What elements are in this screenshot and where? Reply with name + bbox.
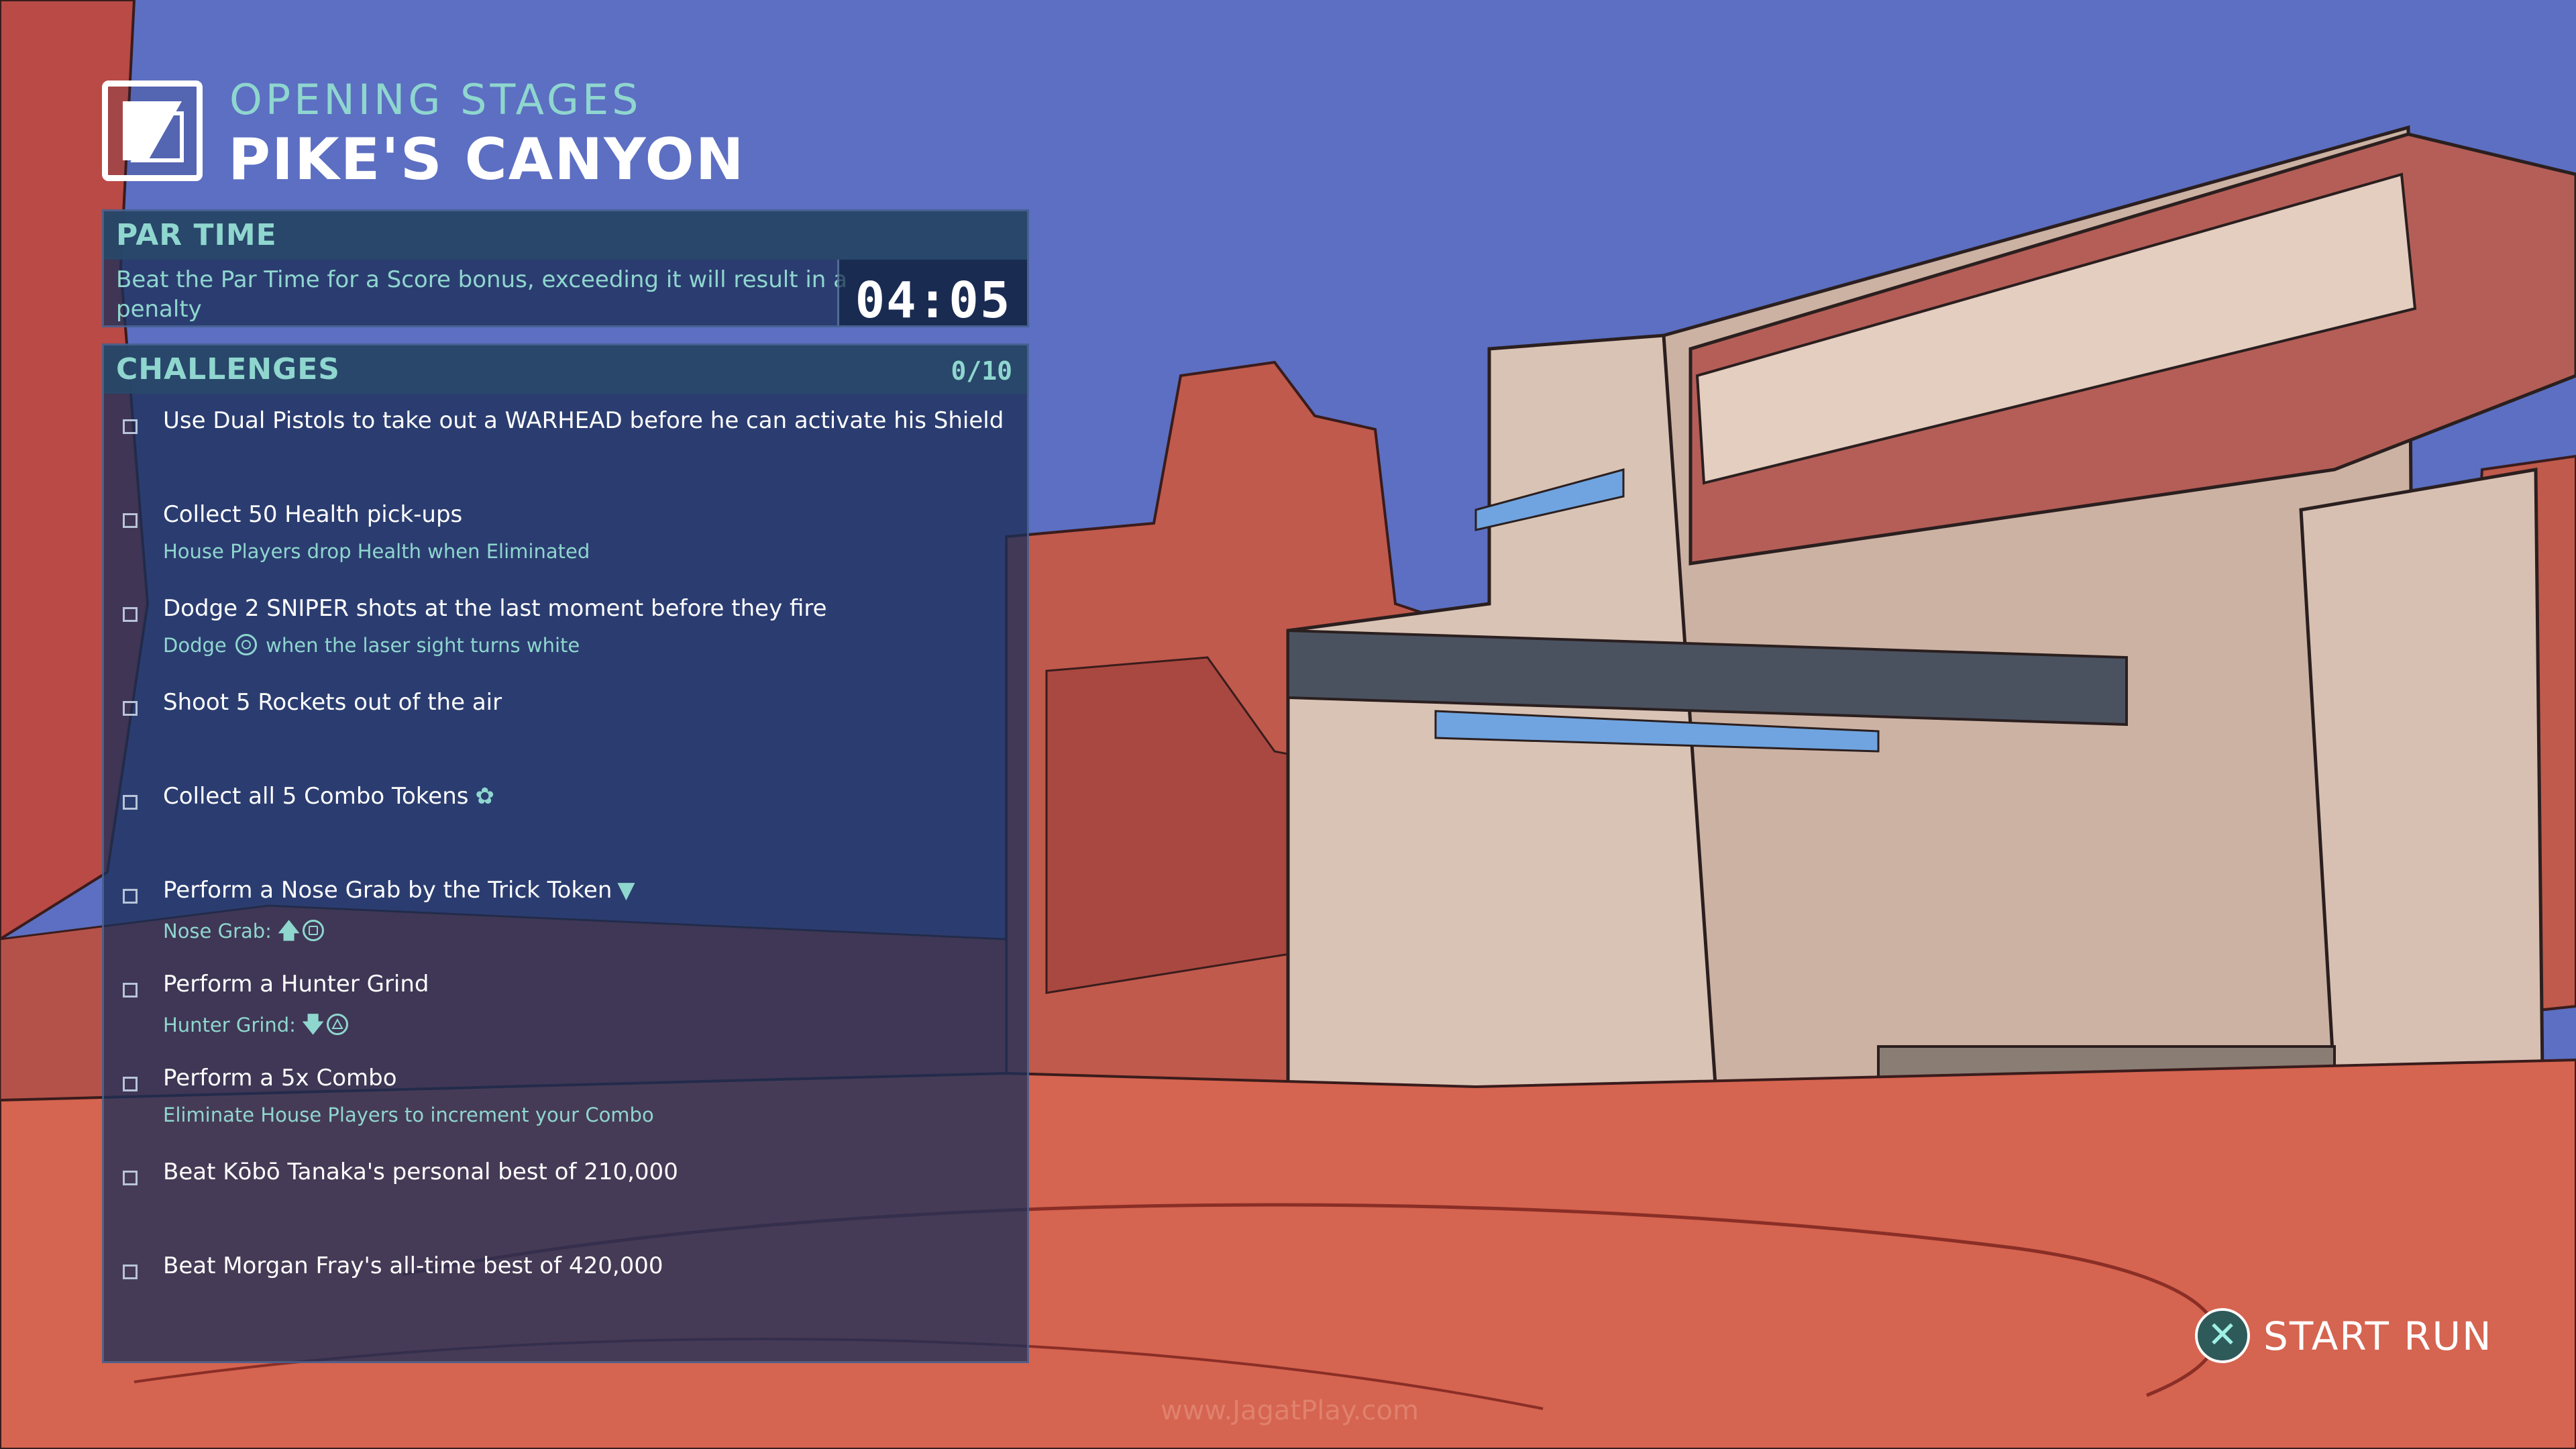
down-arrow-icon: 🡇 [302, 1012, 325, 1037]
challenge-hint: Eliminate House Players to increment you… [163, 1104, 654, 1126]
challenge-item[interactable]: Perform a Nose Grab by the Trick Token ▼ … [104, 870, 1027, 964]
challenge-title: Shoot 5 Rockets out of the air [163, 689, 502, 716]
challenge-checkbox [123, 419, 138, 434]
challenge-checkbox [123, 1265, 138, 1279]
challenges-count: 0/10 [951, 356, 1012, 386]
trick-token-icon: ▼ [617, 877, 635, 904]
par-time-box: 04:05 [837, 260, 1027, 329]
challenge-title: Beat Morgan Fray's all-time best of 420,… [163, 1252, 663, 1279]
challenge-title: Perform a 5x Combo [163, 1065, 397, 1091]
challenge-hint: House Players drop Health when Eliminate… [163, 540, 590, 563]
challenge-checkbox [123, 513, 138, 528]
square-button-icon [303, 920, 325, 941]
challenges-panel: CHALLENGES 0/10 Use Dual Pistols to take… [102, 343, 1029, 1363]
challenge-hint: Hunter Grind: 🡇 [163, 1010, 351, 1046]
watermark: www.JagatPlay.com [1161, 1395, 1419, 1426]
challenge-checkbox [123, 983, 138, 998]
par-time-title: PAR TIME [116, 218, 277, 252]
challenge-checkbox [123, 701, 138, 716]
challenge-title: Use Dual Pistols to take out a WARHEAD b… [163, 407, 1004, 434]
up-arrow-icon: 🡅 [278, 918, 301, 943]
challenge-item[interactable]: Perform a 5x Combo Eliminate House Playe… [104, 1058, 1027, 1152]
challenge-item[interactable]: Shoot 5 Rockets out of the air [104, 682, 1027, 776]
par-time-header: PAR TIME [104, 211, 1027, 260]
challenge-item[interactable]: Beat Morgan Fray's all-time best of 420,… [104, 1246, 1027, 1340]
par-time-description: Beat the Par Time for a Score bonus, exc… [116, 266, 847, 323]
challenges-header: CHALLENGES 0/10 [104, 345, 1027, 394]
challenge-checkbox [123, 889, 138, 904]
challenge-item[interactable]: Collect 50 Health pick-ups House Players… [104, 494, 1027, 588]
challenge-title: Perform a Hunter Grind [163, 971, 429, 998]
challenge-hint-text: Hunter Grind: [163, 1014, 296, 1036]
challenge-title-text: Collect all 5 Combo Tokens [163, 783, 469, 810]
combo-token-icon: ✿ [475, 783, 494, 810]
stage-logo-icon [102, 80, 203, 181]
stage-subtitle: OPENING STAGES [229, 75, 642, 124]
challenge-hint-text: Nose Grab: [163, 920, 272, 943]
challenge-item[interactable]: Collect all 5 Combo Tokens ✿ [104, 776, 1027, 870]
challenge-checkbox [123, 795, 138, 810]
challenge-title: Collect all 5 Combo Tokens ✿ [163, 783, 494, 810]
par-time-panel: PAR TIME Beat the Par Time for a Score b… [102, 209, 1029, 329]
triangle-button-icon [327, 1014, 349, 1035]
challenge-hint-post: when the laser sight turns white [266, 634, 580, 657]
challenge-hint: Dodge when the laser sight turns white [163, 634, 580, 657]
challenge-title: Perform a Nose Grab by the Trick Token ▼ [163, 877, 635, 904]
par-time-value: 04:05 [855, 272, 1012, 329]
challenge-hint-pre: Dodge [163, 634, 227, 657]
challenge-title-text: Perform a Nose Grab by the Trick Token [163, 877, 612, 904]
challenge-checkbox [123, 607, 138, 622]
circle-button-icon [235, 634, 257, 655]
challenge-item[interactable]: Use Dual Pistols to take out a WARHEAD b… [104, 400, 1027, 494]
challenge-hint: Nose Grab: 🡅 [163, 916, 327, 952]
challenge-title: Beat Kōbō Tanaka's personal best of 210,… [163, 1159, 678, 1185]
challenge-checkbox [123, 1171, 138, 1185]
challenge-list: Use Dual Pistols to take out a WARHEAD b… [104, 400, 1027, 1340]
challenge-item[interactable]: Perform a Hunter Grind Hunter Grind: 🡇 [104, 964, 1027, 1058]
challenge-title: Dodge 2 SNIPER shots at the last moment … [163, 595, 827, 622]
challenge-title: Collect 50 Health pick-ups [163, 501, 463, 528]
challenge-item[interactable]: Beat Kōbō Tanaka's personal best of 210,… [104, 1152, 1027, 1246]
cross-button-icon: ✕ [2195, 1308, 2250, 1363]
challenge-checkbox [123, 1077, 138, 1091]
start-run-label: START RUN [2263, 1313, 2493, 1359]
challenges-title: CHALLENGES [116, 352, 340, 386]
challenge-item[interactable]: Dodge 2 SNIPER shots at the last moment … [104, 588, 1027, 682]
stage-title: PIKE'S CANYON [228, 126, 745, 193]
